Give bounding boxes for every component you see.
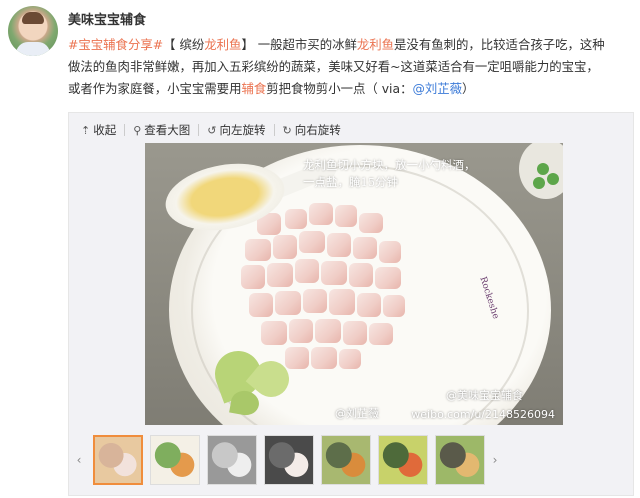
thumbnail-image — [95, 437, 141, 483]
thumbnail-image — [379, 436, 427, 484]
caption-line: 龙利鱼切小方块，放一小勺料酒， — [303, 158, 476, 172]
thumbnail-image — [151, 436, 199, 484]
avatar-shirt — [16, 42, 50, 56]
fish-cube — [261, 321, 287, 345]
keyword-link[interactable]: 龙利鱼 — [357, 37, 394, 52]
post-text-segment: 剪把食物剪小一点（ via： — [266, 81, 413, 96]
rotate-right-label: 向右旋转 — [294, 123, 341, 137]
image-toolbar: ⇡ 收起 ⚲ 查看大图 ↺ 向左旋转 ↻ 向右旋转 — [81, 121, 341, 139]
fish-cube — [309, 203, 333, 225]
fish-cube — [343, 321, 367, 345]
watermark-author: @刘芷薇 — [335, 407, 379, 420]
hashtag-link[interactable]: #宝宝辅食分享# — [68, 37, 163, 52]
post-text-segment: 或者作为家庭餐，小宝宝需要用 — [68, 81, 242, 96]
thumbnail-strip: ‹ › — [69, 431, 635, 489]
collapse-button[interactable]: ⇡ 收起 — [81, 122, 116, 138]
arrow-up-icon: ⇡ — [81, 123, 91, 137]
watermark-brand: @美味宝宝辅食 — [446, 389, 523, 402]
avatar[interactable] — [8, 6, 58, 56]
thumbnail-1[interactable] — [93, 435, 143, 485]
fish-cube — [273, 235, 297, 259]
rotate-left-button[interactable]: ↺ 向左旋转 — [207, 122, 265, 138]
toolbar-divider — [198, 124, 200, 136]
fish-cube — [357, 293, 381, 317]
post-text-segment: ） — [462, 81, 475, 96]
keyword-link[interactable]: 龙利鱼 — [204, 37, 241, 52]
thumbnail-5[interactable] — [321, 435, 371, 485]
fish-cube — [353, 237, 377, 259]
fish-cube — [339, 349, 361, 369]
fish-cube — [289, 319, 313, 343]
rotate-left-label: 向左旋转 — [219, 123, 266, 137]
fish-cube — [383, 295, 405, 317]
watermark-url: weibo.com/u/2148526094 — [411, 408, 555, 421]
pea — [547, 173, 559, 185]
fish-cube — [349, 263, 373, 287]
toolbar-divider — [273, 124, 275, 136]
fish-cube — [335, 205, 357, 227]
toolbar-divider — [124, 124, 126, 136]
fish-cube — [375, 267, 401, 289]
post-line-3: 或者作为家庭餐，小宝宝需要用辅食剪把食物剪小一点（ via：@刘芷薇） — [68, 78, 634, 100]
fish-cube — [285, 209, 307, 229]
thumbnail-image — [436, 436, 484, 484]
chevron-left-icon[interactable]: ‹ — [69, 453, 89, 467]
fish-cube — [245, 239, 271, 261]
caption-line: 一点盐，腌15分钟 — [303, 175, 399, 189]
view-large-label: 查看大图 — [144, 123, 191, 137]
fish-cube — [295, 259, 319, 283]
fish-cube — [275, 291, 301, 315]
fish-cube — [285, 347, 309, 369]
fish-cube — [327, 233, 351, 257]
post-text-segment: 】 一般超市买的冰鲜 — [241, 37, 357, 52]
fish-cube — [299, 231, 325, 253]
fish-cube — [359, 213, 383, 233]
thumbnail-list — [93, 435, 485, 485]
collapse-label: 收起 — [93, 123, 117, 137]
fish-cube — [369, 323, 393, 345]
fish-cube — [311, 347, 337, 369]
fish-cube — [321, 261, 347, 285]
fish-cube — [315, 319, 341, 343]
rotate-right-icon: ↻ — [282, 123, 292, 137]
fish-cube — [249, 293, 273, 317]
post-text-segment: 是没有鱼刺的，比较适合孩子吃，这种 — [394, 37, 605, 52]
thumbnail-7[interactable] — [435, 435, 485, 485]
thumbnail-image — [322, 436, 370, 484]
fish-cube — [379, 241, 401, 263]
fish-cube — [241, 265, 265, 289]
username[interactable]: 美味宝宝辅食 — [68, 9, 146, 28]
avatar-hair — [22, 12, 44, 24]
thumbnail-6[interactable] — [378, 435, 428, 485]
view-large-button[interactable]: ⚲ 查看大图 — [133, 122, 190, 138]
magnifier-icon: ⚲ — [133, 123, 142, 137]
thumbnail-image — [265, 436, 313, 484]
post-text: #宝宝辅食分享#【 缤纷龙利鱼】 一般超市买的冰鲜龙利鱼是没有鱼刺的，比较适合孩… — [68, 34, 634, 100]
mention-link[interactable]: @刘芷薇 — [412, 81, 462, 96]
main-photo[interactable]: 龙利鱼切小方块，放一小勺料酒， 一点盐，腌15分钟 Rockeshe @美味宝宝… — [145, 143, 563, 425]
photo-caption: 龙利鱼切小方块，放一小勺料酒， 一点盐，腌15分钟 — [303, 157, 543, 191]
post-line-1: #宝宝辅食分享#【 缤纷龙利鱼】 一般超市买的冰鲜龙利鱼是没有鱼刺的，比较适合孩… — [68, 34, 634, 56]
thumbnail-2[interactable] — [150, 435, 200, 485]
fish-cube — [329, 289, 355, 315]
keyword-link[interactable]: 辅食 — [241, 81, 266, 96]
post-text-segment: 【 缤纷 — [163, 37, 205, 52]
thumbnail-image — [208, 436, 256, 484]
post-line-2: 做法的鱼肉非常鲜嫩，再加入五彩缤纷的蔬菜，美味又好看~这道菜适合有一定咀嚼能力的… — [68, 59, 599, 74]
rotate-right-button[interactable]: ↻ 向右旋转 — [283, 122, 341, 138]
fish-cube — [267, 263, 293, 287]
fish-cube — [303, 289, 327, 313]
image-viewer: ⇡ 收起 ⚲ 查看大图 ↺ 向左旋转 ↻ 向右旋转 龙利鱼切小方块，放一小勺料酒… — [68, 112, 634, 496]
chevron-right-icon[interactable]: › — [485, 453, 505, 467]
rotate-left-icon: ↺ — [207, 123, 217, 137]
thumbnail-3[interactable] — [207, 435, 257, 485]
thumbnail-4[interactable] — [264, 435, 314, 485]
